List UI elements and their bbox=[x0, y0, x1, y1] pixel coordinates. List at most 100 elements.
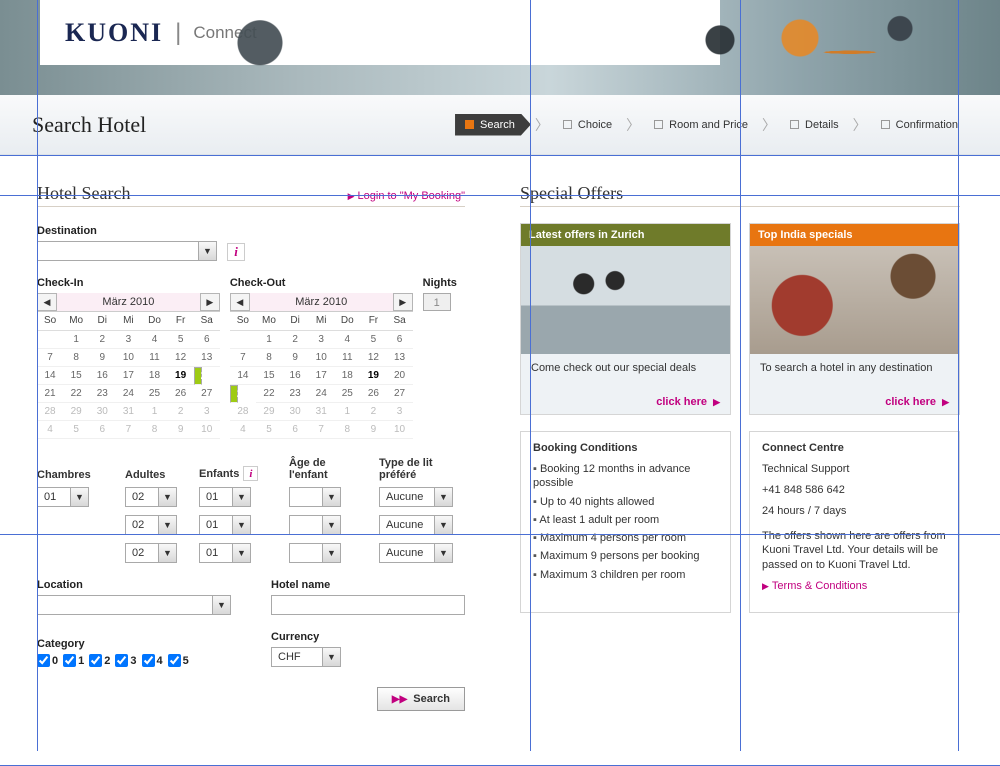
check-in-day[interactable]: 31 bbox=[115, 403, 141, 421]
bed-type-select[interactable]: Aucune▼ bbox=[379, 515, 453, 535]
check-out-day[interactable]: 6 bbox=[282, 421, 308, 439]
category-star-2-checkbox[interactable] bbox=[89, 654, 102, 667]
bed-type-select[interactable]: Aucune▼ bbox=[379, 543, 453, 563]
check-in-day[interactable]: 24 bbox=[115, 385, 141, 403]
location-input[interactable] bbox=[38, 596, 212, 614]
check-in-day[interactable]: 5 bbox=[168, 330, 194, 348]
chevron-down-icon[interactable]: ▼ bbox=[198, 242, 216, 260]
child-age-select[interactable]: ▼ bbox=[289, 515, 341, 535]
destination-input[interactable] bbox=[38, 242, 198, 260]
check-out-day[interactable]: 22 bbox=[256, 384, 282, 403]
currency-select[interactable]: CHF ▼ bbox=[271, 647, 341, 667]
check-out-day[interactable]: 11 bbox=[334, 348, 360, 366]
check-out-day[interactable]: 24 bbox=[308, 384, 334, 403]
check-out-day[interactable]: 20 bbox=[386, 366, 412, 384]
search-button[interactable]: ▶▶ Search bbox=[377, 687, 465, 711]
check-in-day[interactable]: 26 bbox=[168, 385, 194, 403]
check-in-day[interactable]: 12 bbox=[168, 348, 194, 366]
category-star-4[interactable]: 4 bbox=[142, 654, 163, 667]
check-out-next-month[interactable]: ▶ bbox=[393, 293, 413, 311]
check-out-day[interactable]: 28 bbox=[230, 403, 256, 421]
check-out-day[interactable]: 6 bbox=[386, 330, 412, 348]
step-confirmation[interactable]: Confirmation bbox=[871, 114, 968, 136]
check-out-day[interactable]: 25 bbox=[334, 384, 360, 403]
check-out-day[interactable]: 31 bbox=[308, 403, 334, 421]
step-choice[interactable]: Choice bbox=[553, 114, 622, 136]
check-in-day[interactable]: 10 bbox=[194, 421, 220, 439]
check-in-day[interactable]: 25 bbox=[141, 385, 167, 403]
category-star-0[interactable]: 0 bbox=[37, 654, 58, 667]
check-in-day[interactable]: 1 bbox=[63, 330, 89, 348]
adults-select[interactable]: 02▼ bbox=[125, 543, 177, 563]
check-in-day[interactable]: 19 bbox=[168, 366, 194, 385]
check-out-day[interactable]: 16 bbox=[282, 366, 308, 384]
check-in-day[interactable]: 2 bbox=[168, 403, 194, 421]
check-in-day[interactable]: 21 bbox=[37, 385, 63, 403]
check-in-prev-month[interactable]: ◀ bbox=[37, 293, 57, 311]
info-icon[interactable]: i bbox=[227, 243, 245, 261]
check-in-next-month[interactable]: ▶ bbox=[200, 293, 220, 311]
adults-select[interactable]: 02▼ bbox=[125, 487, 177, 507]
check-in-day[interactable]: 7 bbox=[37, 348, 63, 366]
category-star-5[interactable]: 5 bbox=[168, 654, 189, 667]
check-in-day[interactable]: 10 bbox=[115, 348, 141, 366]
check-out-day[interactable]: 5 bbox=[256, 421, 282, 439]
check-out-day[interactable]: 1 bbox=[256, 330, 282, 348]
check-out-day[interactable]: 9 bbox=[360, 421, 386, 439]
check-in-day[interactable]: 27 bbox=[194, 385, 220, 403]
check-in-day[interactable]: 13 bbox=[194, 348, 220, 366]
check-out-day[interactable]: 29 bbox=[256, 403, 282, 421]
check-in-day[interactable]: 4 bbox=[37, 421, 63, 439]
check-out-day[interactable]: 27 bbox=[386, 384, 412, 403]
category-star-2[interactable]: 2 bbox=[89, 654, 110, 667]
check-out-day[interactable]: 21 bbox=[230, 385, 238, 403]
check-out-day[interactable]: 15 bbox=[256, 366, 282, 384]
adults-select[interactable]: 02▼ bbox=[125, 515, 177, 535]
check-in-day[interactable]: 8 bbox=[63, 348, 89, 366]
check-out-day[interactable]: 8 bbox=[256, 348, 282, 366]
category-star-0-checkbox[interactable] bbox=[37, 654, 50, 667]
check-in-day[interactable] bbox=[37, 330, 63, 348]
check-in-day[interactable]: 7 bbox=[115, 421, 141, 439]
rooms-select[interactable]: 01▼ bbox=[37, 487, 89, 507]
step-room-and-price[interactable]: Room and Price bbox=[644, 114, 758, 136]
chevron-down-icon[interactable]: ▼ bbox=[212, 596, 230, 614]
children-select[interactable]: 01▼ bbox=[199, 487, 251, 507]
check-out-day[interactable]: 26 bbox=[360, 384, 386, 403]
terms-conditions-link[interactable]: ▶Terms & Conditions bbox=[762, 580, 867, 592]
offer-link[interactable]: click here ▶ bbox=[885, 396, 949, 408]
check-out-day[interactable]: 2 bbox=[282, 330, 308, 348]
check-out-day[interactable]: 8 bbox=[334, 421, 360, 439]
check-out-day[interactable] bbox=[230, 330, 256, 348]
category-star-1[interactable]: 1 bbox=[63, 654, 84, 667]
check-in-day[interactable]: 17 bbox=[115, 366, 141, 385]
category-star-3-checkbox[interactable] bbox=[115, 654, 128, 667]
check-out-day[interactable]: 1 bbox=[334, 403, 360, 421]
child-age-select[interactable]: ▼ bbox=[289, 543, 341, 563]
category-star-4-checkbox[interactable] bbox=[142, 654, 155, 667]
check-out-day[interactable]: 10 bbox=[386, 421, 412, 439]
check-out-day[interactable]: 10 bbox=[308, 348, 334, 366]
check-in-day[interactable]: 3 bbox=[194, 403, 220, 421]
check-in-day[interactable]: 5 bbox=[63, 421, 89, 439]
check-in-day[interactable]: 6 bbox=[194, 330, 220, 348]
check-out-day[interactable]: 4 bbox=[334, 330, 360, 348]
check-out-day[interactable]: 30 bbox=[282, 403, 308, 421]
check-in-day[interactable]: 15 bbox=[63, 366, 89, 385]
check-in-day[interactable]: 16 bbox=[89, 366, 115, 385]
children-select[interactable]: 01▼ bbox=[199, 515, 251, 535]
login-my-booking-link[interactable]: ▶Login to "My Booking" bbox=[348, 190, 465, 202]
check-in-day[interactable]: 4 bbox=[141, 330, 167, 348]
category-star-1-checkbox[interactable] bbox=[63, 654, 76, 667]
check-in-day[interactable]: 3 bbox=[115, 330, 141, 348]
check-out-day[interactable]: 2 bbox=[360, 403, 386, 421]
check-in-day[interactable]: 14 bbox=[37, 366, 63, 385]
category-star-5-checkbox[interactable] bbox=[168, 654, 181, 667]
check-in-day[interactable]: 23 bbox=[89, 385, 115, 403]
check-out-day[interactable]: 18 bbox=[334, 366, 360, 384]
step-details[interactable]: Details bbox=[780, 114, 849, 136]
check-out-day[interactable]: 9 bbox=[282, 348, 308, 366]
children-select[interactable]: 01▼ bbox=[199, 543, 251, 563]
check-in-day[interactable]: 9 bbox=[89, 348, 115, 366]
check-out-prev-month[interactable]: ◀ bbox=[230, 293, 250, 311]
